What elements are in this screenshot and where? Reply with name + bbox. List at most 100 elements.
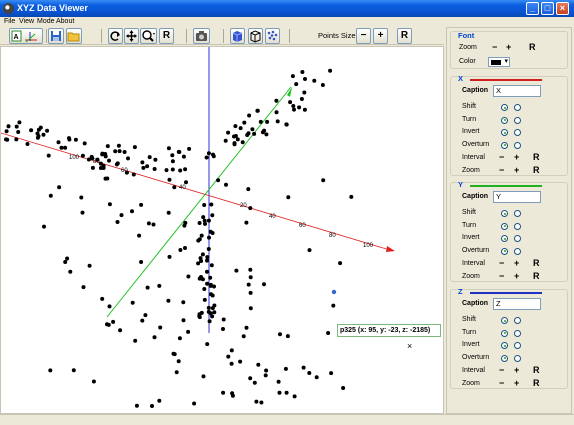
scatter-point[interactable] [16,130,21,134]
axis-x-interval-reset-button[interactable]: R [533,153,540,162]
scatter-point[interactable] [174,370,179,375]
plot-canvas[interactable]: 20 40 60 80 100 100 80 60 40 × p325 (x: 95, y: -… [0,46,444,414]
axis-z-option-radio-off[interactable] [514,342,521,349]
axis-z-option-radio-on[interactable] [501,317,508,324]
scatter-point[interactable] [100,152,105,157]
scatter-point[interactable] [181,300,186,305]
scatter-point[interactable] [246,187,251,192]
axis-x-option-radio-on[interactable] [501,116,508,124]
scatter-point[interactable] [100,296,105,301]
scatter-point[interactable] [176,359,181,364]
scatter-point[interactable] [14,137,19,142]
scatter-point[interactable] [65,256,70,261]
scatter-point[interactable] [331,303,336,308]
scatter-point[interactable] [223,138,228,143]
scatter-point[interactable] [202,203,207,207]
axis-x-zoom-decrease-button[interactable]: − [499,166,504,175]
menu-about[interactable]: About [56,17,74,27]
scatter-point[interactable] [111,319,116,324]
scatter-point[interactable] [300,70,305,74]
scatter-point[interactable] [229,348,234,353]
scatter-point[interactable] [312,78,317,83]
scatter-point[interactable] [186,329,191,334]
scatter-point[interactable] [71,368,76,373]
points-size-decrease-button[interactable]: − [356,28,371,44]
scatter-point[interactable] [184,180,188,185]
scatter-point[interactable] [262,128,267,133]
axis-z-interval-decrease-button[interactable]: − [499,366,504,375]
scatter-point[interactable] [166,298,171,303]
scatter-point[interactable] [206,305,211,310]
axis-z-interval-increase-button[interactable]: + [514,366,519,375]
scatter-point[interactable] [59,145,64,150]
scatter-point[interactable] [63,145,68,150]
open-button[interactable] [66,28,82,44]
scatter-point[interactable] [87,263,92,268]
axis-z-option-radio-on[interactable] [501,329,508,337]
axis-x-option-radio-on[interactable] [501,141,508,149]
scatter-point[interactable] [197,315,202,320]
scatter-point[interactable] [252,380,257,385]
scatter-point[interactable] [167,177,172,182]
axis-y-option-radio-off[interactable] [514,235,521,242]
scatter-point[interactable] [248,275,253,280]
scatter-point[interactable] [6,124,11,129]
scatter-point[interactable] [198,256,203,261]
scatter-point[interactable] [201,215,206,220]
solid-view-button[interactable] [230,28,245,44]
axis-y-option-radio-on[interactable] [501,222,508,230]
axis-x-option-radio-off[interactable] [514,104,521,111]
scatter-point[interactable] [216,178,221,183]
scatter-point[interactable] [211,154,216,159]
points-view-button[interactable] [265,28,280,44]
scatter-point[interactable] [114,162,119,167]
scatter-point[interactable] [209,292,213,297]
scatter-point[interactable] [248,290,253,295]
screenshot-button[interactable] [193,28,210,44]
points-size-increase-button[interactable]: + [373,28,388,44]
save-button[interactable] [48,28,64,44]
scatter-point[interactable] [201,374,206,379]
scatter-point[interactable] [207,235,211,240]
scatter-point[interactable] [285,334,290,339]
scatter-point[interactable] [244,325,249,330]
scatter-point[interactable] [250,127,255,132]
scatter-point[interactable] [244,220,249,225]
scatter-point[interactable] [221,390,226,395]
scatter-point[interactable] [187,146,192,151]
axis-label-button[interactable]: A [9,28,43,44]
scatter-point[interactable] [302,90,307,95]
scatter-point[interactable] [256,362,261,367]
scatter-point[interactable] [235,137,240,142]
points-size-reset-button[interactable]: R [397,28,412,44]
scatter-point[interactable] [158,325,163,330]
scatter-point[interactable] [247,113,252,118]
scatter-point[interactable] [320,83,325,87]
axis-y-zoom-increase-button[interactable]: + [514,272,519,281]
axis-y-option-radio-off[interactable] [514,210,521,217]
scatter-point[interactable] [338,261,343,266]
scatter-point[interactable] [151,222,156,227]
scatter-point[interactable] [197,237,202,242]
scatter-point[interactable] [172,185,177,190]
scatter-point[interactable] [248,206,253,211]
scatter-point[interactable] [122,150,127,154]
scatter-point[interactable] [265,119,270,124]
scatter-point[interactable] [81,285,86,290]
axis-y-zoom-decrease-button[interactable]: − [499,272,504,281]
scatter-point[interactable] [232,142,237,147]
scatter-point[interactable] [224,182,228,187]
scatter-point[interactable] [171,351,176,356]
scatter-point[interactable] [48,193,53,198]
scatter-point[interactable] [152,167,157,171]
scatter-point[interactable] [139,202,144,207]
maximize-button[interactable]: □ [541,2,554,15]
scatter-point[interactable] [126,156,130,161]
axis-y-option-radio-on[interactable] [501,210,508,217]
scatter-point[interactable] [240,140,245,145]
menu-view[interactable]: View [19,17,34,27]
scatter-point[interactable] [264,132,269,137]
scatter-point[interactable] [183,167,188,172]
scatter-point[interactable] [205,255,210,260]
scatter-point[interactable] [294,82,299,87]
